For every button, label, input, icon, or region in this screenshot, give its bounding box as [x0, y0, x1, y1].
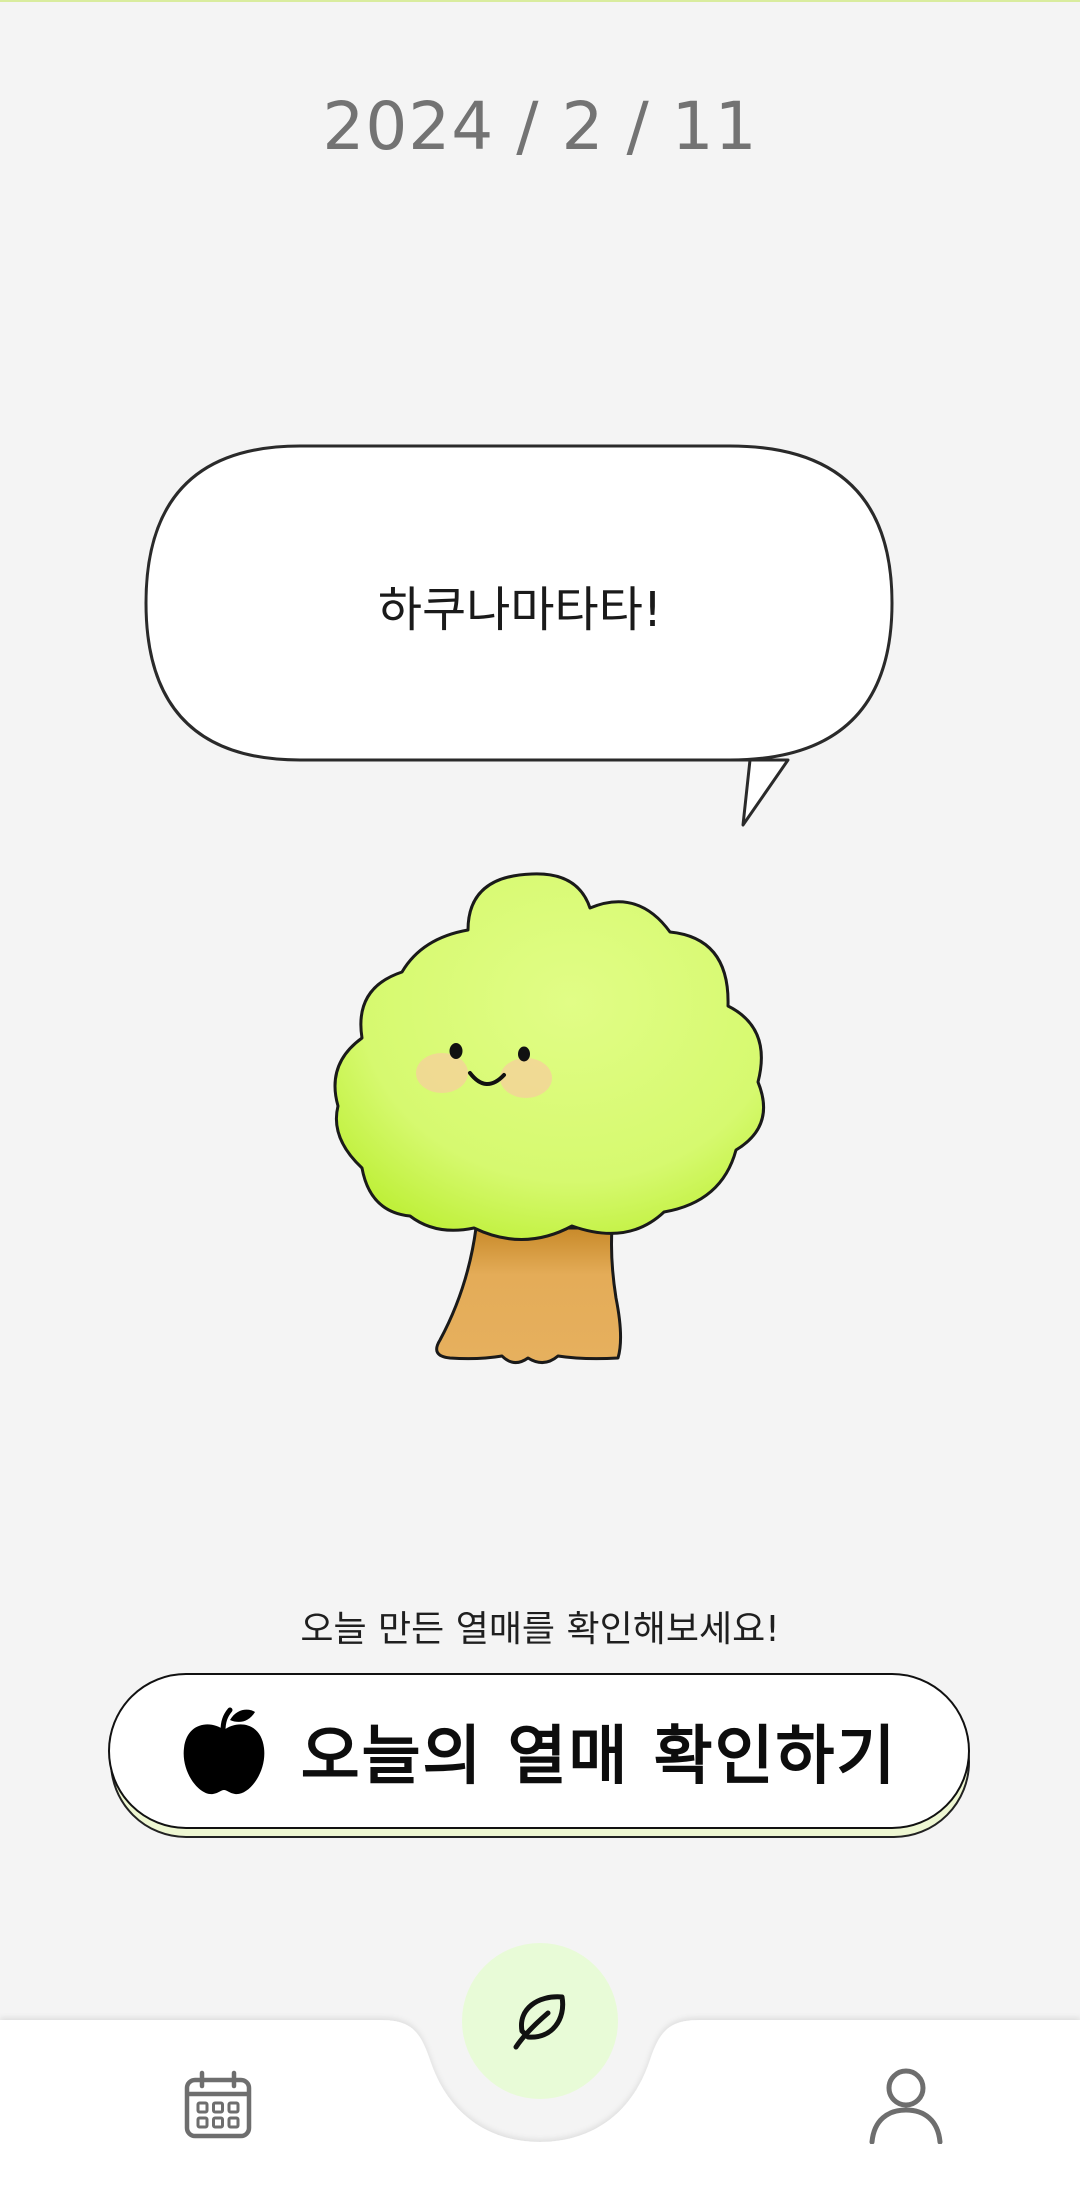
speech-bubble [144, 444, 894, 827]
leaf-icon [513, 1994, 566, 2050]
date-title: 2024 / 2 / 11 [322, 88, 758, 165]
nav-home-button[interactable] [462, 1943, 618, 2099]
apple-icon [183, 1707, 265, 1795]
hint-text: 오늘 만든 열매를 확인해보세요! [300, 1609, 780, 1650]
top-divider [0, 0, 1080, 2]
user-icon[interactable] [868, 2066, 944, 2144]
tree-character [333, 872, 766, 1364]
check-fruit-button[interactable]: 오늘의 열매 확인하기 [108, 1673, 970, 1829]
speech-bubble-text: 하쿠나마타타! [377, 582, 663, 638]
calendar-icon[interactable] [183, 2070, 253, 2140]
check-fruit-label: 오늘의 열매 확인하기 [300, 1720, 898, 1794]
